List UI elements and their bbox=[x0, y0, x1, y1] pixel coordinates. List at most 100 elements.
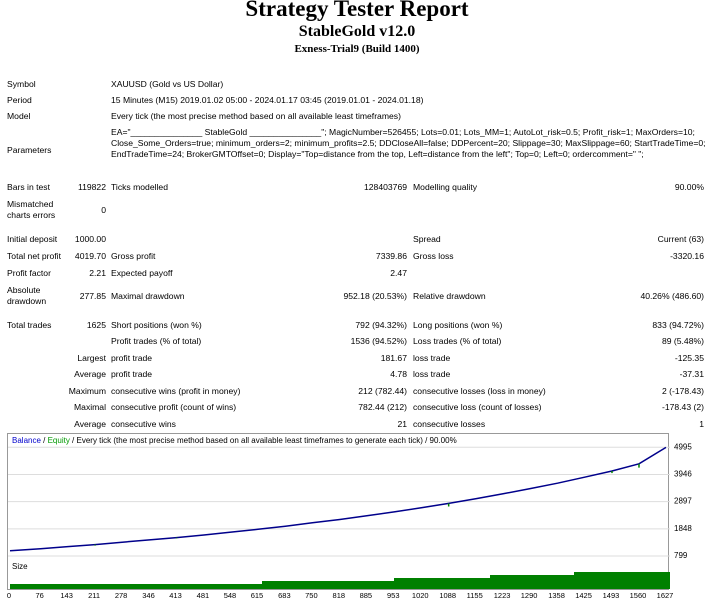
period-label: Period bbox=[7, 95, 32, 105]
expected-payoff-label: Expected payoff bbox=[111, 268, 173, 278]
x-tick-label: 750 bbox=[305, 591, 318, 600]
mismatched-label-2: charts errors bbox=[7, 210, 56, 220]
short-label: Short positions (won %) bbox=[111, 320, 202, 330]
x-tick-label: 143 bbox=[60, 591, 73, 600]
size-bar bbox=[124, 584, 130, 589]
size-bar bbox=[424, 578, 430, 589]
size-bar bbox=[130, 584, 136, 589]
size-bar bbox=[382, 581, 388, 589]
size-bar bbox=[328, 581, 334, 589]
size-bar bbox=[184, 584, 190, 589]
size-bar bbox=[52, 584, 58, 589]
size-bar bbox=[148, 584, 154, 589]
size-bar bbox=[604, 572, 610, 589]
x-tick-label: 683 bbox=[278, 591, 291, 600]
mismatched-value: 0 bbox=[101, 205, 106, 215]
size-bar bbox=[622, 572, 628, 589]
legend-rest: / Every tick (the most precise method ba… bbox=[69, 436, 457, 445]
size-bar bbox=[370, 581, 376, 589]
size-bar bbox=[532, 575, 538, 589]
size-bar bbox=[226, 584, 232, 589]
x-tick-label: 1358 bbox=[548, 591, 565, 600]
average-consec-label: Average bbox=[74, 419, 106, 429]
size-bar bbox=[298, 581, 304, 589]
size-bar bbox=[46, 584, 52, 589]
size-bar bbox=[448, 578, 454, 589]
x-tick-label: 615 bbox=[251, 591, 264, 600]
symbol-value: XAUUSD (Gold vs US Dollar) bbox=[111, 79, 224, 89]
y-tick-label: 3946 bbox=[674, 469, 692, 478]
x-tick-label: 1223 bbox=[494, 591, 511, 600]
size-bar bbox=[322, 581, 328, 589]
size-bar bbox=[118, 584, 124, 589]
size-bar bbox=[292, 581, 298, 589]
size-bar bbox=[34, 584, 40, 589]
max-dd-value: 952.18 (20.53%) bbox=[343, 291, 407, 301]
x-tick-label: 1088 bbox=[439, 591, 456, 600]
size-bar bbox=[538, 575, 544, 589]
size-bar bbox=[172, 584, 178, 589]
x-tick-label: 0 bbox=[7, 591, 11, 600]
size-bar bbox=[358, 581, 364, 589]
size-bar bbox=[406, 578, 412, 589]
size-bar bbox=[22, 584, 28, 589]
x-tick-label: 548 bbox=[224, 591, 237, 600]
x-tick-label: 953 bbox=[387, 591, 400, 600]
x-tick-label: 1020 bbox=[412, 591, 429, 600]
x-tick-label: 481 bbox=[197, 591, 210, 600]
size-bar bbox=[550, 575, 556, 589]
size-bar bbox=[106, 584, 112, 589]
size-bar bbox=[64, 584, 70, 589]
size-bar bbox=[412, 578, 418, 589]
mismatched-label-1: Mismatched bbox=[7, 199, 54, 209]
size-bar bbox=[490, 575, 496, 589]
balance-chart-svg bbox=[8, 446, 670, 589]
x-tick-label: 1155 bbox=[467, 591, 483, 600]
size-bar bbox=[316, 581, 322, 589]
y-tick-label: 2897 bbox=[674, 497, 692, 506]
legend-sep: / bbox=[40, 436, 48, 445]
total-trades-label: Total trades bbox=[7, 320, 52, 330]
size-bar bbox=[166, 584, 172, 589]
profit-trades-value: 1536 (94.52%) bbox=[350, 336, 407, 346]
total-trades-value: 1625 bbox=[86, 320, 106, 330]
gross-profit-value: 7339.86 bbox=[375, 251, 407, 261]
size-bar bbox=[442, 578, 448, 589]
spread-value: Current (63) bbox=[657, 234, 704, 244]
size-bar bbox=[160, 584, 166, 589]
y-tick-label: 1848 bbox=[674, 524, 692, 533]
size-bar bbox=[640, 572, 646, 589]
average-loss-label: loss trade bbox=[413, 369, 451, 379]
report-title: Strategy Tester Report bbox=[245, 0, 469, 21]
size-bar bbox=[40, 584, 46, 589]
largest-profit-label: profit trade bbox=[111, 353, 153, 363]
loss-trades-label: Loss trades (% of total) bbox=[413, 336, 502, 346]
largest-profit-value: 181.67 bbox=[380, 353, 407, 363]
x-tick-label: 1560 bbox=[630, 591, 647, 600]
size-bar bbox=[208, 584, 214, 589]
size-bar bbox=[142, 584, 148, 589]
size-bar bbox=[478, 578, 484, 589]
max-dd-label: Maximal drawdown bbox=[111, 291, 185, 301]
consec-wins-value: 212 (782.44) bbox=[358, 386, 407, 396]
x-tick-label: 76 bbox=[35, 591, 43, 600]
size-bar bbox=[472, 578, 478, 589]
x-tick-label: 211 bbox=[88, 591, 100, 600]
size-bar bbox=[430, 578, 436, 589]
size-bar bbox=[76, 584, 82, 589]
average-label: Average bbox=[74, 369, 106, 379]
consec-wins-label: consecutive wins (profit in money) bbox=[111, 386, 241, 396]
size-bar bbox=[634, 572, 640, 589]
size-bar bbox=[568, 575, 574, 589]
x-tick-label: 1425 bbox=[575, 591, 592, 600]
size-bar bbox=[334, 581, 340, 589]
largest-label: Largest bbox=[77, 353, 106, 363]
size-bar bbox=[136, 584, 142, 589]
x-tick-label: 818 bbox=[333, 591, 346, 600]
size-bar bbox=[154, 584, 160, 589]
bars-label: Bars in test bbox=[7, 182, 50, 192]
chart-legend: Balance / Equity / Every tick (the most … bbox=[12, 436, 457, 445]
size-bar bbox=[628, 572, 634, 589]
size-bar bbox=[304, 581, 310, 589]
size-bar bbox=[610, 572, 616, 589]
